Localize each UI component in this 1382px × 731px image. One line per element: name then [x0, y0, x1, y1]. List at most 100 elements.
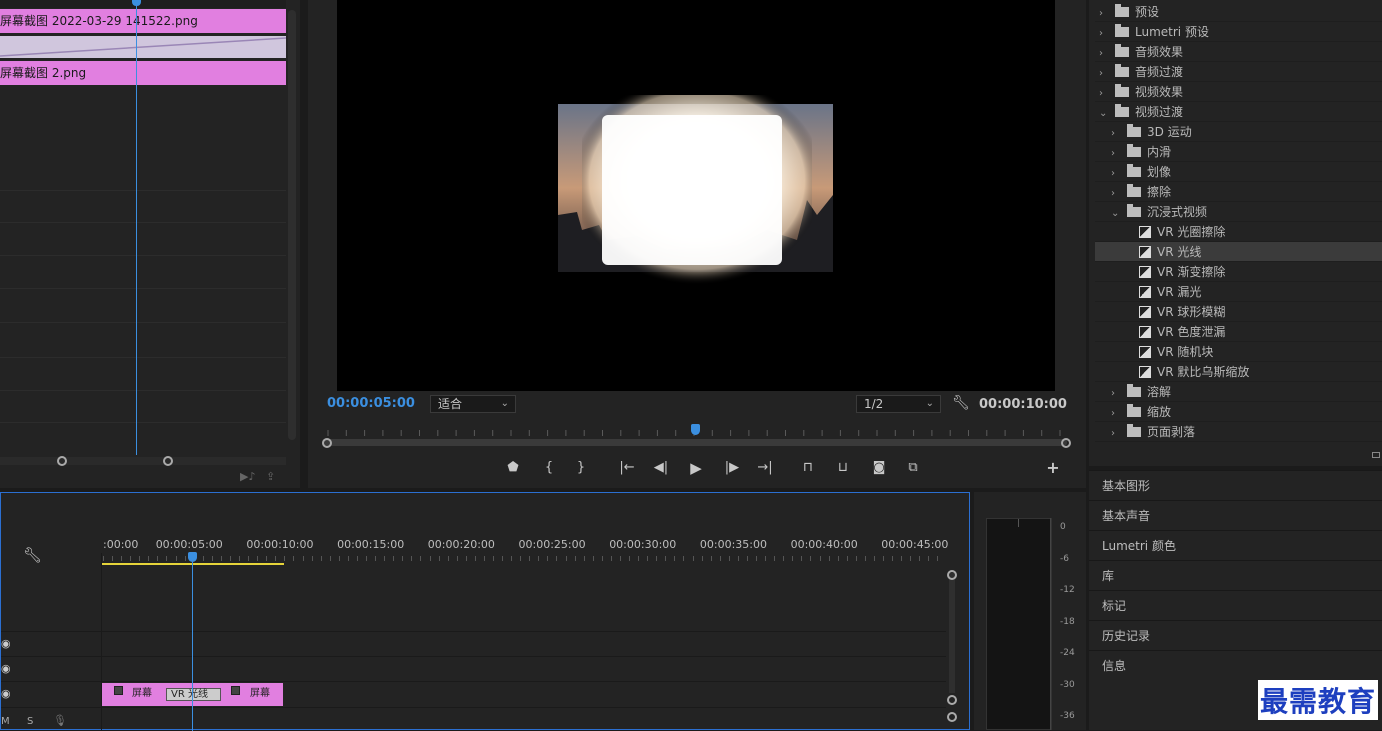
effects-tree-item[interactable]: › 音频过渡 — [1095, 62, 1382, 82]
effects-tree-item[interactable]: › 擦除 — [1095, 182, 1382, 202]
mark-out-icon[interactable]: } — [571, 459, 591, 477]
compare-view-icon[interactable]: ⧉ — [903, 459, 923, 477]
panel-lumetri-color[interactable]: Lumetri 颜色 — [1089, 530, 1382, 560]
track-eye-icon[interactable]: ◉ — [1, 687, 11, 700]
effects-tree-item[interactable]: › Lumetri 预设 — [1095, 22, 1382, 42]
fit-dropdown[interactable]: 适合 ⌄ — [430, 395, 516, 413]
ec-hscrollbar[interactable] — [0, 457, 286, 465]
monitor-zoom-handle-right[interactable] — [1061, 438, 1071, 448]
ruler-tick — [139, 556, 140, 561]
monitor-playhead[interactable] — [690, 424, 700, 435]
track-eye-icon[interactable]: ◉ — [1, 637, 11, 650]
ruler-tick — [402, 556, 403, 561]
chevron-right-icon[interactable]: › — [1111, 184, 1123, 204]
chevron-right-icon[interactable]: › — [1111, 144, 1123, 164]
extract-icon[interactable]: ⊔ — [833, 459, 853, 477]
effects-tree-item[interactable]: ⌄ 沉浸式视频 — [1095, 202, 1382, 222]
timeline-wrench-icon[interactable]: 🔧︎ — [23, 546, 42, 564]
ec-playhead[interactable] — [136, 0, 137, 455]
timeline-playhead-line[interactable] — [192, 553, 193, 731]
ruler-tick — [475, 556, 476, 561]
play-icon[interactable]: ▶ — [686, 459, 706, 477]
chevron-right-icon[interactable]: › — [1111, 424, 1123, 444]
effects-tree-item[interactable]: › 视频效果 — [1095, 82, 1382, 102]
effects-tree-item[interactable]: › 溶解 — [1095, 382, 1382, 402]
panel-menu-icon[interactable] — [1372, 452, 1380, 458]
panel-libraries[interactable]: 库 — [1089, 560, 1382, 590]
export-icon[interactable]: ⇪ — [266, 470, 275, 483]
chevron-right-icon[interactable]: › — [1099, 4, 1111, 24]
monitor-zoom-bar[interactable] — [322, 439, 1067, 446]
ruler-tick — [148, 556, 149, 561]
transition-label[interactable]: VR 光线 — [166, 688, 221, 701]
ruler-tick — [511, 556, 512, 561]
chevron-right-icon[interactable]: › — [1111, 164, 1123, 184]
track-eye-icon[interactable]: ◉ — [1, 662, 11, 675]
resolution-dropdown[interactable]: 1/2 ⌄ — [856, 395, 941, 413]
effects-tree-item[interactable]: VR 随机块 — [1095, 342, 1382, 362]
effects-tree-item[interactable]: VR 光线 — [1095, 242, 1382, 262]
effects-tree-item[interactable]: › 3D 运动 — [1095, 122, 1382, 142]
ec-scroll-handle-left[interactable] — [57, 456, 67, 466]
wrench-icon[interactable]: 🔧︎ — [952, 395, 970, 411]
panel-history[interactable]: 历史记录 — [1089, 620, 1382, 650]
panel-essential-graphics[interactable]: 基本图形 — [1089, 470, 1382, 500]
work-area-bar[interactable] — [102, 563, 284, 565]
chevron-right-icon[interactable]: › — [1099, 44, 1111, 64]
solo-toggle[interactable]: S — [27, 716, 33, 727]
mute-toggle[interactable]: M — [1, 716, 10, 727]
chevron-right-icon[interactable]: › — [1111, 404, 1123, 424]
effects-tree-item[interactable]: › 音频效果 — [1095, 42, 1382, 62]
audio-icon[interactable]: ▶♪ — [240, 470, 255, 483]
effects-tree-item[interactable]: › 页面剥落 — [1095, 422, 1382, 442]
timeline-playhead-handle[interactable] — [188, 552, 197, 562]
chevron-right-icon[interactable]: › — [1111, 124, 1123, 144]
ruler-label: 00:00:15:00 — [337, 538, 405, 551]
go-to-in-icon[interactable]: |← — [617, 459, 637, 477]
chevron-right-icon[interactable]: › — [1111, 384, 1123, 404]
ec-scroll-handle-right[interactable] — [163, 456, 173, 466]
effects-tree-item[interactable]: › 缩放 — [1095, 402, 1382, 422]
chevron-down-icon[interactable]: ⌄ — [1099, 104, 1111, 124]
effects-tree-item[interactable]: VR 球形模糊 — [1095, 302, 1382, 322]
microphone-icon[interactable]: 🎙︎ — [53, 714, 67, 727]
add-button-icon[interactable]: + — [1043, 459, 1063, 477]
effects-tree-item[interactable]: VR 色度泄漏 — [1095, 322, 1382, 342]
ruler-tick — [774, 556, 775, 561]
effects-tree-item[interactable]: VR 默比乌斯缩放 — [1095, 362, 1382, 382]
timeline-scroll-handle-bottom[interactable] — [947, 695, 957, 705]
chevron-right-icon[interactable]: › — [1099, 84, 1111, 104]
timeline-vscrollbar[interactable] — [949, 573, 955, 693]
effects-tree-item[interactable]: › 内滑 — [1095, 142, 1382, 162]
effects-tree-item[interactable]: › 划像 — [1095, 162, 1382, 182]
lift-icon[interactable]: ⊓ — [798, 459, 818, 477]
ec-ruler[interactable] — [0, 0, 286, 8]
mark-in-icon[interactable]: { — [539, 459, 559, 477]
camera-icon[interactable]: ◙ — [869, 459, 889, 477]
effects-tree-item[interactable]: ⌄ 视频过渡 — [1095, 102, 1382, 122]
panel-essential-sound[interactable]: 基本声音 — [1089, 500, 1382, 530]
ec-clip-a[interactable]: 屏幕截图 2022-03-29 141522.png — [0, 9, 286, 33]
add-marker-icon[interactable]: ⬟ — [503, 459, 523, 477]
monitor-zoom-handle-left[interactable] — [322, 438, 332, 448]
effects-tree-item[interactable]: VR 光圈擦除 — [1095, 222, 1382, 242]
chevron-right-icon[interactable]: › — [1099, 64, 1111, 84]
effects-tree-item[interactable]: VR 漏光 — [1095, 282, 1382, 302]
effects-tree-label: VR 渐变擦除 — [1157, 265, 1226, 279]
ec-vscrollbar[interactable] — [288, 10, 296, 440]
ruler-tick — [166, 556, 167, 561]
monitor-current-time[interactable]: 00:00:05:00 — [327, 396, 415, 411]
go-to-out-icon[interactable]: →| — [755, 459, 775, 477]
ec-transition-bar[interactable] — [0, 36, 287, 58]
timeline-scroll-handle-top[interactable] — [947, 570, 957, 580]
ec-clip-b[interactable]: 屏幕截图 2.png — [0, 61, 286, 85]
effects-tree-item[interactable]: › 预设 — [1095, 2, 1382, 22]
step-forward-icon[interactable]: |▶ — [722, 459, 742, 477]
panel-markers[interactable]: 标记 — [1089, 590, 1382, 620]
step-back-icon[interactable]: ◀| — [651, 459, 671, 477]
effects-tree-label: 视频过渡 — [1135, 105, 1184, 119]
chevron-right-icon[interactable]: › — [1099, 24, 1111, 44]
effects-tree-item[interactable]: VR 渐变擦除 — [1095, 262, 1382, 282]
timeline-scroll-handle-audio[interactable] — [947, 712, 957, 722]
chevron-down-icon[interactable]: ⌄ — [1111, 204, 1123, 224]
